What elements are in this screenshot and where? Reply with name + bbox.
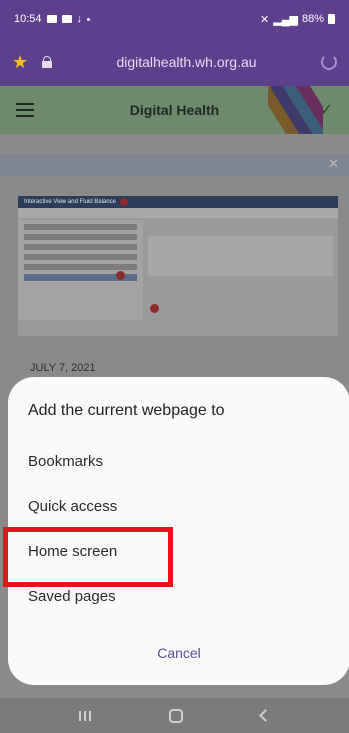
mute-icon: ✕	[260, 13, 270, 26]
preview-titlebar: Interactive View and Fluid Balance	[18, 196, 338, 208]
option-bookmarks[interactable]: Bookmarks	[28, 453, 103, 470]
preview-main-panel	[148, 236, 333, 276]
option-quick-access[interactable]: Quick access	[28, 498, 117, 515]
url-field[interactable]: digitalhealth.wh.org.au	[52, 54, 321, 70]
preview-sidebar	[18, 220, 143, 320]
preview-toolbar	[18, 208, 338, 218]
marker-1	[119, 198, 128, 206]
back-icon[interactable]	[259, 709, 272, 722]
recent-apps-icon[interactable]	[79, 710, 91, 721]
navigation-bar	[0, 698, 349, 733]
status-right: ✕ ▂▄▆ 88%	[260, 13, 335, 26]
sheet-title: Add the current webpage to	[28, 402, 225, 419]
notice-band: ✕	[0, 154, 349, 176]
article-date: JULY 7, 2021	[30, 362, 96, 374]
star-icon[interactable]: ★	[12, 52, 32, 73]
option-saved-pages[interactable]: Saved pages	[28, 588, 116, 605]
mail-notification-icon	[61, 15, 72, 23]
battery-icon	[328, 14, 335, 24]
highlight-box	[3, 527, 173, 587]
browser-url-bar: ★ digitalhealth.wh.org.au	[0, 38, 349, 86]
reload-icon[interactable]	[321, 54, 337, 70]
status-bar: 10:54 ↓ ✕ ▂▄▆ 88%	[0, 0, 349, 38]
cancel-button[interactable]: Cancel	[8, 645, 349, 661]
logo-swoosh-icon	[268, 86, 323, 134]
status-time: 10:54	[14, 13, 42, 25]
preview-window-title: Interactive View and Fluid Balance	[24, 199, 116, 205]
close-icon[interactable]: ✕	[328, 156, 339, 172]
marker-3	[150, 304, 159, 313]
home-icon[interactable]	[169, 708, 183, 723]
battery-level: 88%	[301, 13, 324, 25]
status-left: 10:54 ↓	[14, 13, 91, 25]
lock-icon[interactable]	[42, 56, 52, 68]
download-notification-icon: ↓	[76, 13, 83, 25]
marker-2	[116, 271, 125, 280]
notification-dot-icon	[87, 17, 91, 21]
signal-icon: ▂▄▆	[273, 13, 298, 26]
image-notification-icon	[46, 15, 57, 23]
hamburger-icon[interactable]	[16, 103, 34, 117]
site-header: Digital Health ✓	[0, 86, 349, 134]
article-image: Interactive View and Fluid Balance	[18, 196, 338, 336]
